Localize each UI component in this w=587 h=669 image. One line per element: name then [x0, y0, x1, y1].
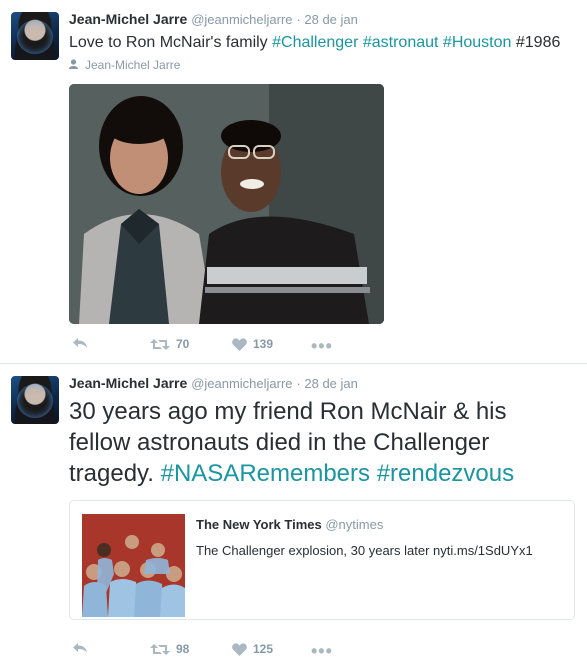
tweet-header: Jean-Michel Jarre @jeanmicheljarre · 28 … [69, 375, 358, 391]
person-icon [69, 58, 79, 72]
hashtag-link[interactable]: #NASARemembers [161, 460, 370, 487]
retweet-count: 98 [176, 642, 190, 656]
quoted-tweet[interactable]: The New York Times @nytimes The Challeng… [69, 500, 575, 620]
more-icon: ••• [311, 641, 333, 661]
tweet-time[interactable]: · 28 de jan [296, 376, 357, 391]
avatar[interactable] [11, 12, 59, 60]
author-name[interactable]: Jean-Michel Jarre [69, 375, 187, 391]
tweet-photo[interactable] [69, 84, 384, 324]
like-count: 125 [253, 642, 274, 656]
hashtag-link[interactable]: #Challenger [272, 34, 358, 51]
retweet-count: 70 [176, 337, 190, 351]
author-handle[interactable]: @jeanmicheljarre [191, 376, 292, 391]
hashtag-link[interactable]: #Houston [443, 34, 512, 51]
hashtag-link[interactable]: #astronaut [363, 34, 439, 51]
pinned-by: Jean-Michel Jarre [69, 58, 180, 72]
tweet-header: Jean-Michel Jarre @jeanmicheljarre · 28 … [69, 11, 358, 27]
quoted-tweet-text: The Challenger explosion, 30 years later… [196, 543, 533, 558]
tweet-text: 30 years ago my friend Ron McNair & his … [69, 396, 569, 489]
tweet[interactable]: Jean-Michel Jarre @jeanmicheljarre · 28 … [0, 364, 587, 669]
author-handle[interactable]: @jeanmicheljarre [191, 12, 292, 27]
tweet-time[interactable]: · 28 de jan [296, 12, 357, 27]
tweet[interactable]: Jean-Michel Jarre @jeanmicheljarre · 28 … [0, 0, 587, 364]
retweet-button[interactable]: 70 [150, 337, 189, 351]
reply-icon [73, 643, 87, 653]
retweet-icon [150, 338, 170, 350]
tweet-text-segment: #1986 [511, 34, 561, 51]
pinned-by-label[interactable]: Jean-Michel Jarre [85, 58, 180, 72]
more-button[interactable]: ••• [311, 336, 333, 357]
like-button[interactable]: 125 [232, 642, 273, 656]
quoted-author-name[interactable]: The New York Times [196, 517, 322, 532]
quoted-tweet-photo[interactable] [82, 514, 185, 617]
reply-button[interactable] [72, 642, 88, 654]
quoted-author-handle[interactable]: @nytimes [325, 517, 383, 532]
avatar[interactable] [11, 376, 59, 424]
more-icon: ••• [311, 336, 333, 356]
retweet-icon [150, 643, 170, 655]
tweet-text: Love to Ron McNair's family #Challenger … [69, 34, 560, 52]
heart-icon [232, 642, 247, 656]
tweet-text-segment: Love to Ron McNair's family [69, 34, 273, 51]
like-count: 139 [253, 337, 274, 351]
like-button[interactable]: 139 [232, 337, 273, 351]
more-button[interactable]: ••• [311, 641, 333, 662]
reply-icon [73, 338, 87, 348]
hashtag-link[interactable]: #rendezvous [377, 460, 514, 487]
reply-button[interactable] [72, 337, 88, 349]
heart-icon [232, 337, 247, 351]
author-name[interactable]: Jean-Michel Jarre [69, 11, 187, 27]
retweet-button[interactable]: 98 [150, 642, 189, 656]
quoted-tweet-header: The New York Times @nytimes [196, 517, 383, 532]
